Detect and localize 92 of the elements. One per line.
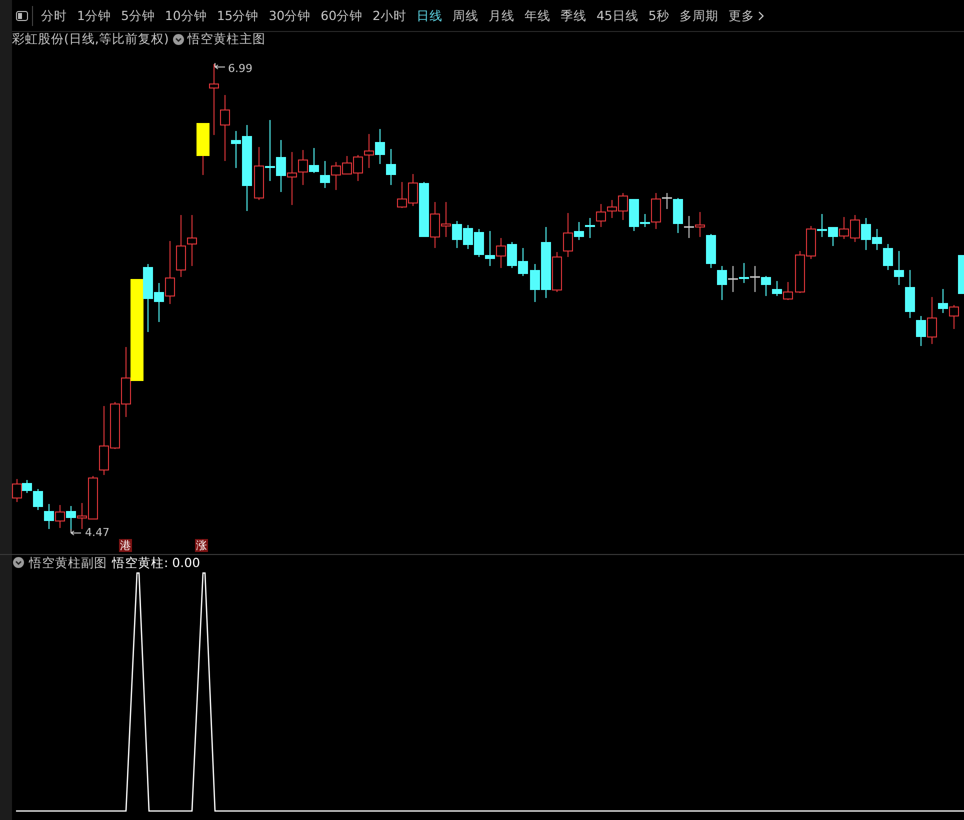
chart-title: 彩虹股份(日线,等比前复权): [12, 32, 169, 46]
rising-candlestick: [176, 214, 186, 278]
period-tab[interactable]: 10分钟: [160, 0, 212, 32]
rising-candlestick: [165, 240, 175, 304]
period-tab[interactable]: 年线: [519, 0, 556, 32]
period-tab[interactable]: 分时: [36, 0, 72, 32]
period-tab[interactable]: 日线: [411, 0, 448, 32]
rising-candlestick: [254, 146, 264, 200]
rising-candlestick: [12, 478, 22, 502]
rising-candlestick: [220, 94, 230, 162]
event-marker[interactable]: 涨: [195, 539, 208, 552]
falling-candlestick: [485, 230, 495, 266]
falling-candlestick: [574, 222, 584, 240]
period-tab[interactable]: 5分钟: [116, 0, 160, 32]
doji-candlestick: [750, 266, 760, 292]
rising-candlestick: [795, 250, 805, 294]
rising-candlestick: [408, 174, 418, 206]
falling-candlestick: [474, 228, 484, 258]
falling-candlestick: [66, 506, 76, 532]
doji-candlestick: [662, 192, 672, 210]
rising-candlestick: [651, 192, 661, 230]
collapse-icon[interactable]: [13, 557, 24, 568]
period-tab[interactable]: 60分钟: [316, 0, 368, 32]
falling-candlestick: [44, 504, 54, 530]
falling-candlestick: [452, 220, 462, 248]
period-tab[interactable]: 2小时: [368, 0, 412, 32]
doji-candlestick: [728, 266, 738, 292]
rising-candlestick: [552, 252, 562, 292]
falling-candlestick: [673, 198, 683, 234]
rising-candlestick: [927, 296, 937, 344]
event-marker[interactable]: 港: [119, 539, 132, 552]
indicator-name[interactable]: 悟空黄柱副图: [29, 555, 107, 570]
indicator-reading: 悟空黄柱: 0.00: [112, 555, 200, 570]
rising-candlestick: [839, 216, 849, 240]
falling-candlestick: [761, 276, 771, 296]
rising-candlestick: [55, 504, 65, 528]
falling-candlestick: [894, 250, 904, 286]
chevron-icon: [758, 10, 764, 20]
falling-candlestick: [309, 148, 319, 174]
more-button[interactable]: 更多: [723, 0, 770, 32]
period-tab[interactable]: 15分钟: [212, 0, 264, 32]
panel-toggle-icon[interactable]: [16, 10, 28, 20]
period-tab[interactable]: 30分钟: [264, 0, 316, 32]
rising-candlestick: [806, 226, 816, 260]
arrow-icon: [214, 62, 226, 70]
falling-candlestick: [717, 266, 727, 300]
rising-candlestick: [563, 212, 573, 258]
falling-candlestick: [518, 248, 528, 276]
rising-candlestick: [353, 154, 363, 182]
arrow-icon: [70, 528, 82, 536]
rising-candlestick: [695, 212, 705, 238]
period-tab[interactable]: 5秒: [643, 0, 674, 32]
falling-candlestick: [265, 120, 275, 182]
rising-candlestick: [496, 238, 506, 268]
rising-candlestick: [783, 282, 793, 300]
falling-candlestick: [320, 160, 330, 188]
falling-candlestick: [772, 280, 782, 296]
rising-candlestick: [596, 204, 606, 228]
falling-candlestick: [375, 128, 385, 164]
rising-candlestick: [364, 134, 374, 168]
highlighted-candlestick: [196, 123, 210, 176]
falling-candlestick: [938, 288, 948, 314]
indicator-name[interactable]: 悟空黄柱主图: [188, 32, 266, 46]
period-tab[interactable]: 45日线: [591, 0, 644, 32]
falling-candlestick: [507, 242, 517, 268]
rising-candlestick: [430, 202, 440, 248]
doji-candlestick: [684, 216, 694, 238]
collapse-icon[interactable]: [172, 34, 184, 44]
rising-candlestick: [949, 304, 959, 330]
period-tab[interactable]: 季线: [555, 0, 592, 32]
rising-candlestick: [209, 64, 219, 136]
rising-candlestick: [187, 214, 197, 266]
low-price-label: 4.47: [85, 527, 110, 539]
falling-candlestick: [419, 182, 429, 238]
period-tab[interactable]: 周线: [447, 0, 484, 32]
rising-candlestick: [850, 214, 860, 242]
rising-candlestick: [397, 182, 407, 208]
falling-candlestick: [276, 140, 286, 192]
rising-candlestick: [441, 202, 451, 238]
falling-candlestick: [585, 218, 595, 238]
period-tab[interactable]: 多周期: [674, 0, 724, 32]
falling-candlestick: [386, 148, 396, 186]
falling-candlestick: [958, 254, 964, 294]
high-price-label: 6.99: [228, 63, 252, 75]
period-tab[interactable]: 月线: [483, 0, 520, 32]
period-tab[interactable]: 1分钟: [72, 0, 116, 32]
falling-candlestick: [817, 214, 827, 238]
falling-candlestick: [883, 244, 893, 270]
falling-candlestick: [828, 226, 838, 246]
falling-candlestick: [463, 224, 473, 250]
falling-candlestick: [739, 262, 749, 284]
falling-candlestick: [706, 234, 716, 268]
